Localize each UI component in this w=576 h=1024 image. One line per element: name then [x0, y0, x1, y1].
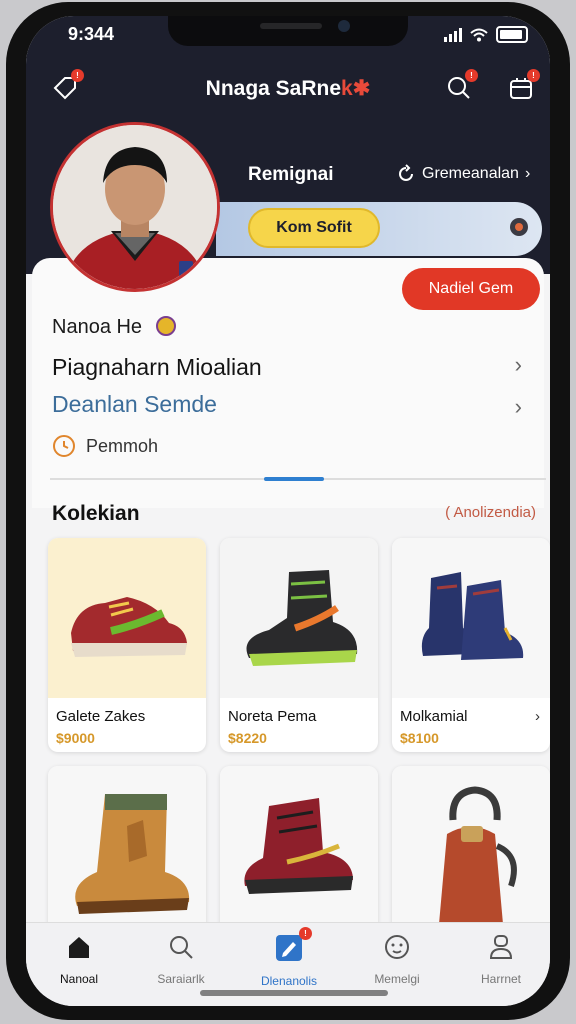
product-card[interactable]: Galete Zakes $9000 — [48, 538, 206, 752]
product-price: $9000 — [56, 730, 95, 746]
chevron-right-icon[interactable]: › — [515, 352, 522, 378]
tab-edit[interactable]: ! Dlenanolis — [244, 927, 334, 988]
collection-title: Kolekian — [52, 502, 140, 525]
notification-dot: ! — [299, 927, 312, 940]
notch — [168, 16, 408, 46]
badge-pill[interactable]: Kom Sofit — [248, 208, 380, 248]
product-card[interactable] — [392, 766, 550, 936]
cart-button[interactable]: ! — [504, 69, 540, 105]
product-name: Molkamial — [400, 708, 468, 725]
profile-link[interactable]: Gremeanalan › — [396, 164, 530, 184]
notification-dot: ! — [527, 69, 540, 82]
arrow-right-icon[interactable]: › — [535, 708, 540, 725]
phone-frame: 9:344 ! Nnaga SaRnek✱ ! ! Remignai Greme… — [6, 2, 570, 1020]
product-price: $8220 — [228, 730, 267, 746]
section-divider — [50, 477, 546, 481]
vase-image — [439, 786, 517, 924]
search-icon — [170, 936, 193, 959]
battery-icon — [496, 26, 528, 43]
home-icon — [69, 937, 89, 958]
detail-line-2[interactable]: Piagnaharn Mioalian — [52, 354, 262, 381]
boot-image — [421, 572, 524, 660]
sneaker-image — [71, 597, 187, 657]
product-image — [392, 538, 550, 698]
tab-profile[interactable]: Harrnet — [456, 933, 546, 986]
product-image — [220, 538, 378, 698]
notification-dot: ! — [465, 69, 478, 82]
status-time: 9:344 — [68, 24, 115, 44]
chevron-right-icon[interactable]: › — [515, 394, 522, 420]
wifi-icon — [470, 28, 488, 41]
product-price: $8100 — [400, 730, 439, 746]
profile-icon — [489, 935, 513, 959]
product-card[interactable] — [48, 766, 206, 936]
tab-home[interactable]: Nanoal — [34, 933, 124, 986]
product-name: Noreta Pema — [228, 708, 317, 725]
product-image — [220, 766, 378, 936]
detail-line-1: Nanoa He — [52, 316, 176, 339]
product-image — [48, 766, 206, 936]
boot-image — [75, 794, 190, 914]
profile-banner: Kom Sofit — [216, 202, 542, 256]
detail-line-4: Pemmoh — [52, 434, 158, 458]
screen: 9:344 ! Nnaga SaRnek✱ ! ! Remignai Greme… — [26, 16, 550, 1006]
product-image — [392, 766, 550, 936]
location-pin-icon[interactable] — [510, 218, 528, 236]
page-indicator — [264, 477, 324, 481]
product-card[interactable]: Molkamial › $8100 — [392, 538, 550, 752]
primary-action-button[interactable]: Nadiel Gem — [402, 268, 540, 310]
top-bar: ! Nnaga SaRnek✱ ! ! — [26, 68, 550, 108]
tab-search[interactable]: Saraiarlk — [136, 933, 226, 986]
product-name: Galete Zakes — [56, 708, 146, 725]
profile-name: Remignai — [248, 164, 334, 185]
award-icon — [155, 316, 176, 336]
search-button[interactable]: ! — [442, 69, 478, 105]
signal-icon — [444, 27, 462, 42]
refresh-icon — [399, 164, 413, 181]
chevron-right-icon: › — [524, 165, 531, 182]
avatar-image — [53, 125, 217, 289]
clock-icon — [53, 435, 75, 457]
see-all-link[interactable]: ( Anolizendia) — [445, 504, 536, 521]
detail-line-3[interactable]: Deanlan Semde — [52, 391, 217, 418]
product-card[interactable]: Noreta Pema $8220 — [220, 538, 378, 752]
product-card[interactable] — [220, 766, 378, 936]
tab-activity[interactable]: Memelgi — [352, 933, 442, 986]
sneaker-image — [246, 570, 358, 666]
product-image — [48, 538, 206, 698]
smile-icon — [385, 935, 409, 959]
home-indicator — [200, 990, 388, 996]
sneaker-image — [244, 798, 353, 894]
avatar[interactable] — [50, 122, 220, 292]
